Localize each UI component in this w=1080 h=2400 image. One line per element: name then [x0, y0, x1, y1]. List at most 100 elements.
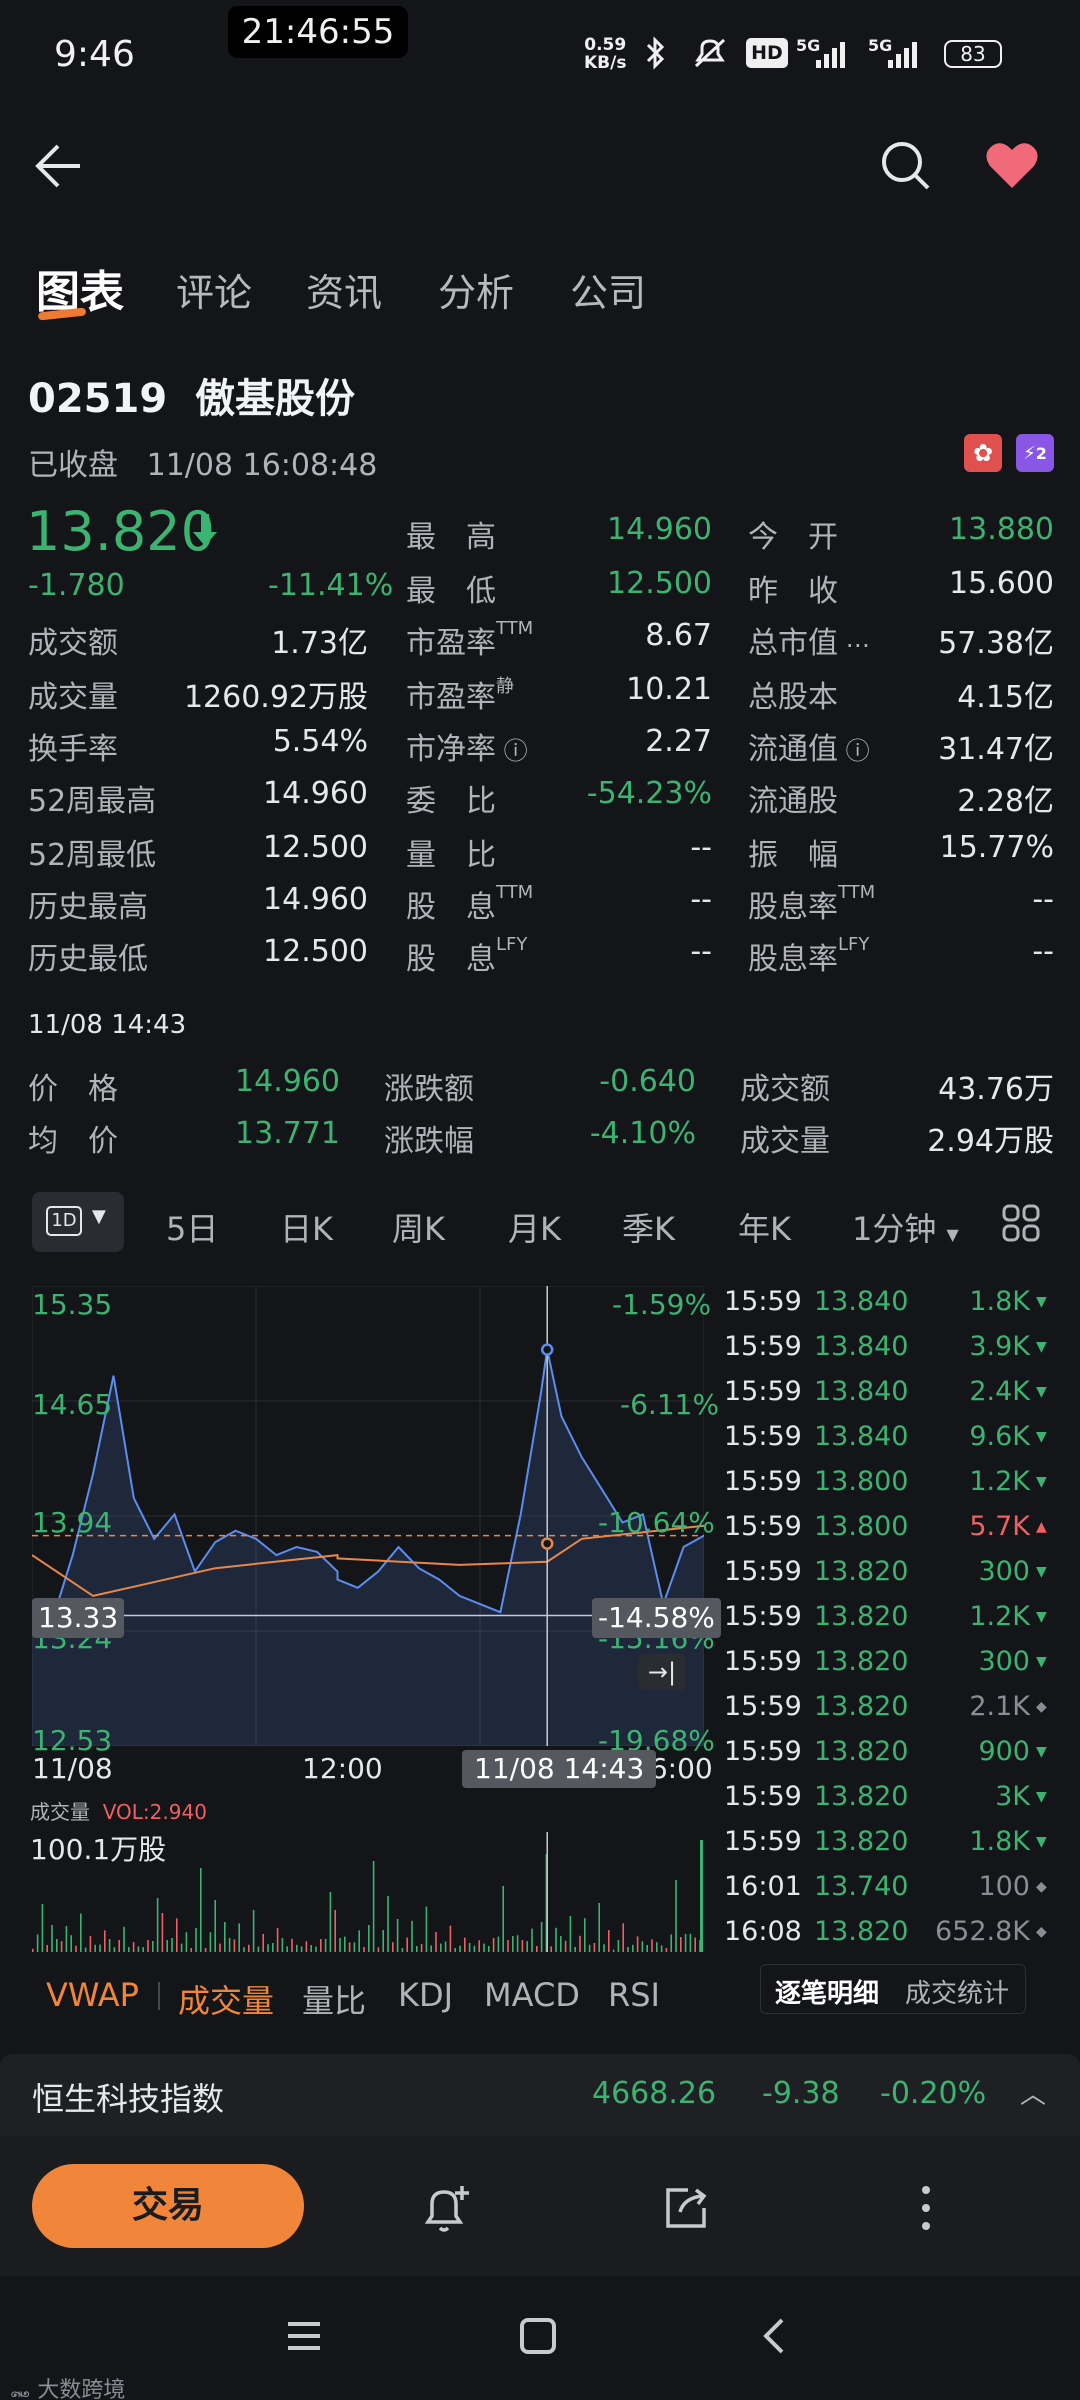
bell-plus-icon[interactable]	[418, 2180, 474, 2236]
quote-label: 流通值 ⓘ	[748, 724, 870, 768]
volume-bar	[320, 1939, 322, 1952]
more-info-icon[interactable]: ⋯	[838, 631, 870, 659]
indicator-kdj[interactable]: KDJ	[398, 1976, 453, 2014]
volume-bar	[238, 1923, 240, 1952]
trade-time: 15:59	[724, 1601, 802, 1632]
stock-code: 02519	[28, 376, 168, 422]
quote-label: 量 比	[406, 830, 496, 874]
volume-bar	[632, 1944, 634, 1952]
volume-bar	[310, 1945, 312, 1952]
quote-value: --	[690, 934, 712, 969]
tab-trade-detail[interactable]: 逐笔明细	[775, 1973, 879, 2010]
share-icon[interactable]	[658, 2180, 714, 2236]
info-icon[interactable]: ⓘ	[838, 737, 870, 765]
pct-axis-label: -10.64%	[598, 1506, 715, 1539]
trade-time: 15:59	[724, 1421, 802, 1452]
period-monthly[interactable]: 月K	[508, 1204, 561, 1250]
volume-bar	[401, 1948, 404, 1952]
level2-badge[interactable]: ⚡2	[1016, 434, 1054, 472]
quote-label: 振 幅	[748, 830, 838, 874]
tick-avg-value: 13.771	[235, 1116, 340, 1151]
period-daily[interactable]: 日K	[280, 1204, 333, 1250]
volume-bar	[406, 1937, 408, 1952]
quote-label-text: 市盈率	[406, 626, 496, 661]
crosshair-price-dot	[540, 1343, 554, 1356]
tab-comments[interactable]: 评论	[176, 262, 252, 317]
tab-trade-stats[interactable]: 成交统计	[905, 1973, 1009, 2010]
indicator-volume[interactable]: 成交量	[178, 1976, 274, 2022]
trade-button[interactable]: 交易	[32, 2164, 304, 2248]
period-minute-dropdown[interactable]: 1分钟 ▼	[852, 1204, 959, 1250]
trade-row: 15:59 13.800 1.2K ▼	[724, 1466, 1054, 1511]
tab-news[interactable]: 资讯	[306, 262, 382, 317]
more-options-icon[interactable]	[906, 2180, 946, 2236]
quote-value: 12.500	[263, 934, 368, 969]
volume-bar	[396, 1919, 399, 1952]
indicator-rsi[interactable]: RSI	[608, 1976, 660, 2014]
period-yearly[interactable]: 年K	[738, 1204, 791, 1250]
quote-value: --	[1032, 882, 1054, 917]
detail-toggle: 逐笔明细 成交统计	[760, 1964, 1026, 2014]
quote-label: 历史最高	[28, 890, 148, 925]
trade-time: 16:08	[724, 1916, 802, 1947]
trade-volume: 2.1K	[969, 1691, 1030, 1722]
volume-bar	[425, 1906, 428, 1952]
volume-bar	[665, 1948, 668, 1952]
volume-bar	[224, 1922, 226, 1952]
crosshair-price-tag: 13.33	[32, 1598, 125, 1638]
indicator-vwap[interactable]: VWAP	[46, 1976, 139, 2014]
volume-bar	[488, 1946, 490, 1952]
quote-label-text: 量 比	[406, 838, 496, 873]
period-5d[interactable]: 5日	[166, 1204, 218, 1250]
watermark: ꘏ 大数跨境	[10, 2372, 125, 2400]
trade-volume: 9.6K	[969, 1421, 1030, 1452]
tick-pct-value: -4.10%	[589, 1116, 696, 1151]
home-icon[interactable]	[518, 2316, 558, 2356]
volume-bar	[353, 1942, 356, 1952]
quote-value: 5.54%	[272, 724, 368, 759]
volume-bar	[80, 1913, 82, 1952]
trade-volume: 3.9K	[969, 1331, 1030, 1362]
jump-to-latest-icon[interactable]: →|	[638, 1654, 686, 1690]
volume-bar	[435, 1932, 437, 1952]
indicator-volume-ratio[interactable]: 量比	[302, 1976, 366, 2022]
info-icon[interactable]: ⓘ	[496, 737, 528, 765]
quote-label: 总市值 ⋯	[748, 618, 870, 662]
back-button[interactable]	[30, 138, 86, 194]
volume-bar	[675, 1880, 677, 1952]
tab-analysis[interactable]: 分析	[438, 262, 514, 317]
volume-bar	[132, 1942, 135, 1952]
period-weekly[interactable]: 周K	[392, 1204, 445, 1250]
volume-bar	[656, 1942, 658, 1952]
period-1d-button[interactable]: 1D ▼	[32, 1192, 124, 1252]
volume-bar	[176, 1918, 178, 1952]
quote-value: 2.27	[645, 724, 712, 759]
volume-bar	[459, 1945, 461, 1952]
menu-icon[interactable]	[284, 2316, 324, 2356]
period-quarterly[interactable]: 季K	[622, 1204, 675, 1250]
favorite-button[interactable]	[984, 140, 1040, 192]
volume-bar	[584, 1918, 586, 1952]
search-button[interactable]	[878, 138, 934, 194]
volume-bar	[670, 1934, 672, 1952]
trade-row: 15:59 13.820 300 ▼	[724, 1646, 1054, 1691]
grid-icon[interactable]	[1002, 1204, 1040, 1242]
volume-bar	[387, 1896, 389, 1952]
quote-label: 市盈率静	[406, 672, 514, 716]
volume-bar	[94, 1944, 96, 1952]
indicator-macd[interactable]: MACD	[484, 1976, 580, 2014]
volume-bar	[473, 1945, 476, 1952]
tick-avg-label: 均 价	[28, 1124, 118, 1159]
price-change: -1.780	[28, 568, 125, 603]
tab-company[interactable]: 公司	[570, 262, 646, 317]
high-value: 14.960	[607, 512, 712, 547]
watermark-text: 大数跨境	[37, 2378, 126, 2400]
price-area	[32, 1349, 704, 1746]
back-nav-icon[interactable]	[754, 2316, 794, 2356]
quote-label-text: 流通股	[748, 784, 838, 819]
chevron-up-icon[interactable]: ︿	[1020, 2074, 1046, 2111]
volume-bar	[430, 1945, 432, 1952]
quote-label-suffix: TTM	[496, 882, 534, 903]
volume-bar	[588, 1944, 591, 1952]
index-ticker[interactable]: 恒生科技指数 4668.26 -9.38 -0.20% ︿	[0, 2054, 1080, 2136]
